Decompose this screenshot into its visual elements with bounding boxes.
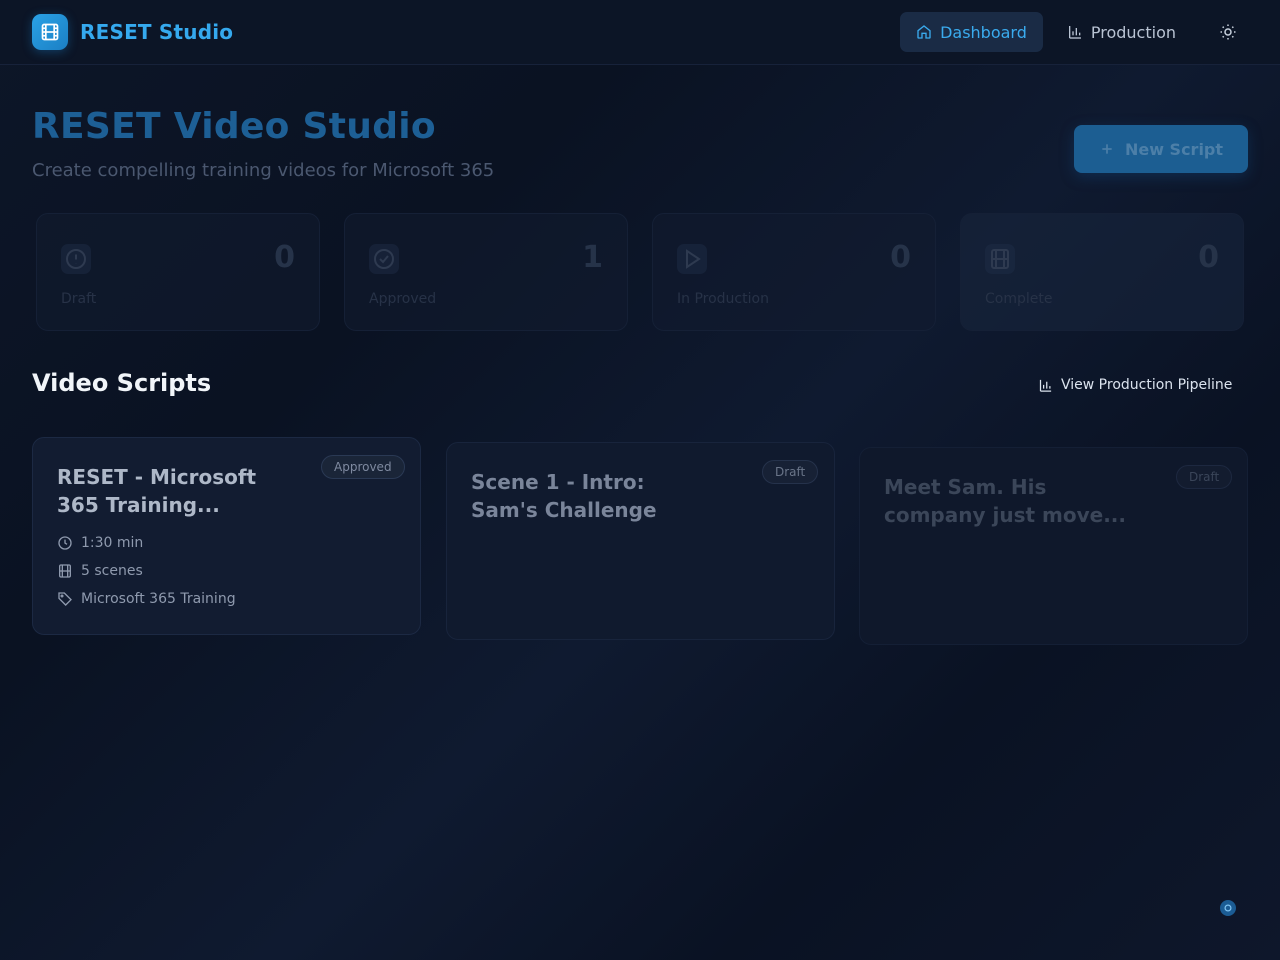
duration-meta: 1:30 min [57, 535, 143, 551]
film-logo-icon[interactable] [32, 14, 68, 50]
stat-label: Draft [61, 291, 97, 307]
page-subtitle: Create compelling training videos for Mi… [32, 160, 495, 181]
view-pipeline-button[interactable]: View Production Pipeline [1026, 370, 1244, 400]
bar-chart-icon [1039, 379, 1052, 392]
stat-value: 1 [582, 240, 603, 275]
top-navbar: RESET Studio Dashboard Production [0, 0, 1280, 65]
nav-production-label: Production [1090, 22, 1176, 42]
script-title: Meet Sam. His company just move... [884, 475, 1126, 527]
tag-meta: Microsoft 365 Training [57, 591, 236, 607]
alert-circle-icon [61, 244, 91, 274]
stat-value: 0 [274, 240, 295, 275]
stat-value: 0 [1198, 240, 1219, 275]
script-card-3[interactable]: Meet Sam. His company just move... Draft [859, 447, 1248, 645]
bar-chart-icon [1068, 26, 1081, 39]
status-badge: Approved [321, 455, 405, 479]
stat-card-approved[interactable]: 1 Approved [344, 213, 628, 331]
stat-value: 0 [890, 240, 911, 275]
nav-production[interactable]: Production [1051, 12, 1192, 52]
film-icon [985, 244, 1015, 274]
nav-dashboard[interactable]: Dashboard [900, 12, 1043, 52]
section-title: Video Scripts [32, 369, 212, 397]
play-icon [677, 244, 707, 274]
settings-fab-button[interactable] [1220, 900, 1236, 916]
home-icon [917, 25, 931, 39]
brand-name[interactable]: RESET Studio [80, 20, 233, 44]
script-card-1[interactable]: RESET - Microsoft 365 Training... Approv… [32, 437, 421, 635]
stat-label: Complete [985, 291, 1053, 307]
new-script-label: New Script [1124, 139, 1224, 159]
page-title: RESET Video Studio [32, 106, 436, 147]
status-badge: Draft [762, 460, 819, 484]
check-circle-icon [369, 244, 399, 274]
film-icon [59, 564, 71, 578]
gear-icon [1224, 904, 1232, 912]
theme-toggle-button[interactable] [1208, 12, 1248, 52]
plus-icon [1102, 144, 1112, 154]
stat-card-complete[interactable]: 0 Complete [960, 213, 1244, 331]
sun-icon [1220, 24, 1236, 40]
stat-label: Approved [369, 291, 437, 307]
main-nav: Dashboard Production [900, 12, 1248, 52]
script-title: Scene 1 - Intro: Sam's Challenge [471, 470, 657, 522]
clock-icon [58, 536, 72, 550]
stat-card-in-production[interactable]: 0 In Production [652, 213, 936, 331]
new-script-button[interactable]: New Script [1074, 125, 1248, 173]
script-card-2[interactable]: Scene 1 - Intro: Sam's Challenge Draft [446, 442, 835, 640]
view-pipeline-label: View Production Pipeline [1061, 377, 1233, 393]
stat-label: In Production [677, 291, 769, 307]
stat-card-draft[interactable]: 0 Draft [36, 213, 320, 331]
tag-icon [58, 592, 72, 606]
scenes-meta: 5 scenes [57, 563, 143, 579]
status-badge: Draft [1176, 465, 1233, 489]
script-title: RESET - Microsoft 365 Training... [57, 465, 257, 517]
nav-dashboard-label: Dashboard [940, 22, 1027, 42]
